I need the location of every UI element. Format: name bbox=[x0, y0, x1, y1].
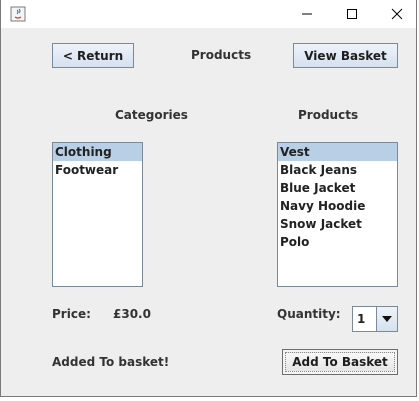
list-item[interactable]: Snow Jacket bbox=[278, 215, 397, 233]
list-item[interactable]: Navy Hoodie bbox=[278, 197, 397, 215]
quantity-label: Quantity: bbox=[277, 307, 341, 321]
maximize-icon bbox=[346, 9, 357, 19]
list-item[interactable]: Black Jeans bbox=[278, 161, 397, 179]
quantity-select[interactable]: 1 bbox=[352, 306, 398, 332]
maximize-button[interactable] bbox=[329, 0, 374, 28]
list-item[interactable]: Vest bbox=[278, 143, 397, 161]
add-to-basket-button[interactable]: Add To Basket bbox=[282, 349, 398, 375]
window-bottom-strip bbox=[0, 397, 419, 401]
list-item[interactable]: Footwear bbox=[53, 161, 142, 179]
quantity-value: 1 bbox=[357, 312, 366, 326]
list-item[interactable]: Polo bbox=[278, 233, 397, 251]
app-window: < Return Products View Basket Categories… bbox=[0, 0, 417, 397]
status-message: Added To basket! bbox=[52, 355, 170, 369]
add-to-basket-label: Add To Basket bbox=[285, 352, 395, 372]
list-item[interactable]: Clothing bbox=[53, 143, 142, 161]
title-bar bbox=[1, 0, 416, 28]
products-heading: Products bbox=[298, 108, 359, 122]
categories-list[interactable]: Clothing Footwear bbox=[52, 142, 143, 287]
categories-heading: Categories bbox=[115, 108, 188, 122]
close-icon bbox=[391, 8, 402, 20]
chevron-down-icon bbox=[382, 316, 392, 322]
products-list[interactable]: Vest Black Jeans Blue Jacket Navy Hoodie… bbox=[277, 142, 398, 287]
dropdown-arrow-button[interactable] bbox=[376, 307, 397, 331]
close-button[interactable] bbox=[374, 0, 419, 28]
page-title: Products bbox=[191, 48, 252, 62]
list-item[interactable]: Blue Jacket bbox=[278, 179, 397, 197]
minimize-button[interactable] bbox=[284, 0, 329, 28]
price-label: Price: bbox=[52, 307, 91, 321]
return-button[interactable]: < Return bbox=[52, 43, 134, 68]
view-basket-button[interactable]: View Basket bbox=[293, 43, 398, 68]
java-app-icon bbox=[10, 6, 26, 22]
price-value: £30.0 bbox=[113, 307, 151, 321]
minimize-icon bbox=[301, 13, 312, 15]
